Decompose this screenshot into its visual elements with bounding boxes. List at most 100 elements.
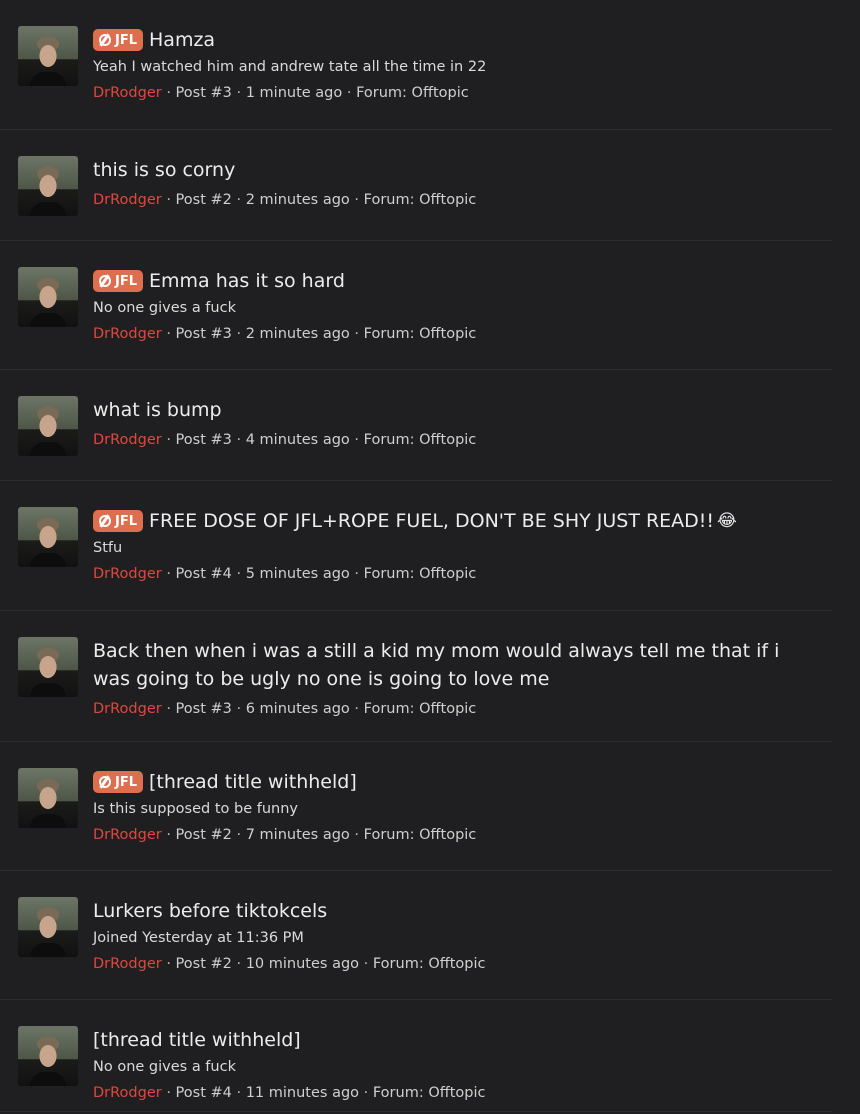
user-avatar[interactable] (18, 507, 78, 567)
meta-separator: · (354, 701, 360, 717)
user-avatar[interactable] (18, 156, 78, 216)
forum-link[interactable]: Forum: Offtopic (364, 566, 477, 582)
post-snippet: No one gives a fuck (93, 300, 236, 316)
post-meta: DrRodger · Post #4 · 11 minutes ago · Fo… (93, 1083, 822, 1103)
forum-link[interactable]: Forum: Offtopic (364, 432, 477, 448)
author-link[interactable]: DrRodger (93, 827, 162, 843)
meta-separator: · (346, 85, 352, 101)
badge-label: JFL (115, 774, 138, 790)
meta-separator: · (354, 192, 360, 208)
post-item: this is so corny DrRodger · Post #2 · 2 … (0, 130, 832, 241)
meta-separator: · (166, 1085, 171, 1101)
post-meta: DrRodger · Post #4 · 5 minutes ago · For… (93, 564, 822, 584)
jfl-prefix-badge[interactable]: JFL (93, 270, 144, 292)
post-item: Back then when i was a still a kid my mo… (0, 611, 832, 742)
post-title-row: JFL Hamza (93, 26, 822, 54)
meta-separator: · (166, 326, 171, 342)
post-time: 5 minutes ago (245, 566, 350, 582)
meta-separator: · (166, 85, 171, 101)
post-time: 11 minutes ago (245, 1085, 360, 1101)
thread-title-link[interactable]: FREE DOSE OF JFL+ROPE FUEL, DON'T BE SHY… (149, 507, 714, 535)
jfl-prefix-badge[interactable]: JFL (93, 29, 144, 51)
user-avatar[interactable] (18, 1026, 78, 1086)
post-number: Post #4 (175, 566, 232, 582)
post-title-row: Lurkers before tiktokcels (93, 897, 822, 925)
author-link[interactable]: DrRodger (93, 326, 162, 342)
forum-link[interactable]: Forum: Offtopic (364, 192, 477, 208)
post-meta: DrRodger · Post #2 · 2 minutes ago · For… (93, 190, 822, 210)
meta-separator: · (236, 956, 242, 972)
user-avatar[interactable] (18, 267, 78, 327)
post-number: Post #3 (175, 701, 232, 717)
thread-title-link[interactable]: Lurkers before tiktokcels (93, 897, 327, 925)
meta-separator: · (363, 1085, 369, 1101)
meta-separator: · (166, 827, 171, 843)
forum-link[interactable]: Forum: Offtopic (373, 1085, 486, 1101)
meta-separator: · (236, 1085, 242, 1101)
user-avatar[interactable] (18, 637, 78, 697)
author-link[interactable]: DrRodger (93, 432, 162, 448)
jfl-prefix-badge[interactable]: JFL (93, 510, 144, 532)
jfl-prefix-badge[interactable]: JFL (93, 771, 144, 793)
post-snippet: Yeah I watched him and andrew tate all t… (93, 59, 487, 75)
author-link[interactable]: DrRodger (93, 1085, 162, 1101)
post-title-row: JFL [thread title withheld] (93, 768, 822, 796)
author-link[interactable]: DrRodger (93, 566, 162, 582)
user-avatar[interactable] (18, 897, 78, 957)
post-title-row: what is bump (93, 396, 822, 424)
thread-title-link[interactable]: this is so corny (93, 156, 235, 184)
post-title-row: this is so corny (93, 156, 822, 184)
post-item: [thread title withheld] No one gives a f… (0, 1000, 832, 1112)
post-time: 2 minutes ago (245, 326, 350, 342)
meta-separator: · (236, 827, 242, 843)
activity-feed: JFL Hamza Yeah I watched him and andrew … (0, 0, 832, 1112)
post-snippet: No one gives a fuck (93, 1059, 236, 1075)
post-snippet: Joined Yesterday at 11:36 PM (93, 930, 304, 946)
forum-link[interactable]: Forum: Offtopic (364, 827, 477, 843)
post-title-row: [thread title withheld] (93, 1026, 822, 1054)
forum-link[interactable]: Forum: Offtopic (373, 956, 486, 972)
forum-link[interactable]: Forum: Offtopic (364, 326, 477, 342)
badge-label: JFL (115, 32, 138, 48)
thread-title-link[interactable]: Back then when i was a still a kid my mo… (93, 637, 822, 693)
post-item: JFL [thread title withheld] Is this supp… (0, 742, 832, 871)
author-link[interactable]: DrRodger (93, 701, 162, 717)
meta-separator: · (166, 956, 171, 972)
meta-separator: · (166, 432, 171, 448)
thread-title-link[interactable]: [thread title withheld] (93, 1026, 301, 1054)
meta-separator: · (354, 432, 360, 448)
post-content: JFL Emma has it so hard No one gives a f… (93, 267, 822, 344)
meta-separator: · (236, 701, 242, 717)
forum-link[interactable]: Forum: Offtopic (356, 85, 469, 101)
author-link[interactable]: DrRodger (93, 192, 162, 208)
post-content: JFL Hamza Yeah I watched him and andrew … (93, 26, 822, 103)
meta-separator: · (236, 432, 242, 448)
post-item: JFL Emma has it so hard No one gives a f… (0, 241, 832, 370)
post-item: Lurkers before tiktokcels Joined Yesterd… (0, 871, 832, 1000)
post-content: Back then when i was a still a kid my mo… (93, 637, 822, 719)
thread-title-link[interactable]: Hamza (149, 26, 215, 54)
prohibited-icon (99, 776, 111, 788)
thread-title-link[interactable]: [thread title withheld] (149, 768, 357, 796)
post-meta: DrRodger · Post #3 · 4 minutes ago · For… (93, 430, 822, 450)
user-avatar[interactable] (18, 396, 78, 456)
meta-separator: · (236, 192, 242, 208)
post-title-row: JFL Emma has it so hard (93, 267, 822, 295)
post-time: 1 minute ago (245, 85, 343, 101)
meta-separator: · (363, 956, 369, 972)
post-meta: DrRodger · Post #2 · 10 minutes ago · Fo… (93, 954, 822, 974)
user-avatar[interactable] (18, 768, 78, 828)
prohibited-icon (99, 515, 111, 527)
post-item: what is bump DrRodger · Post #3 · 4 minu… (0, 370, 832, 481)
forum-link[interactable]: Forum: Offtopic (364, 701, 477, 717)
post-title-row: Back then when i was a still a kid my mo… (93, 637, 822, 693)
thread-title-link[interactable]: Emma has it so hard (149, 267, 345, 295)
post-meta: DrRodger · Post #2 · 7 minutes ago · For… (93, 825, 822, 845)
author-link[interactable]: DrRodger (93, 956, 162, 972)
thread-title-link[interactable]: what is bump (93, 396, 222, 424)
user-avatar[interactable] (18, 26, 78, 86)
author-link[interactable]: DrRodger (93, 85, 162, 101)
prohibited-icon (99, 34, 111, 46)
meta-separator: · (354, 326, 360, 342)
post-snippet: Is this supposed to be funny (93, 801, 298, 817)
